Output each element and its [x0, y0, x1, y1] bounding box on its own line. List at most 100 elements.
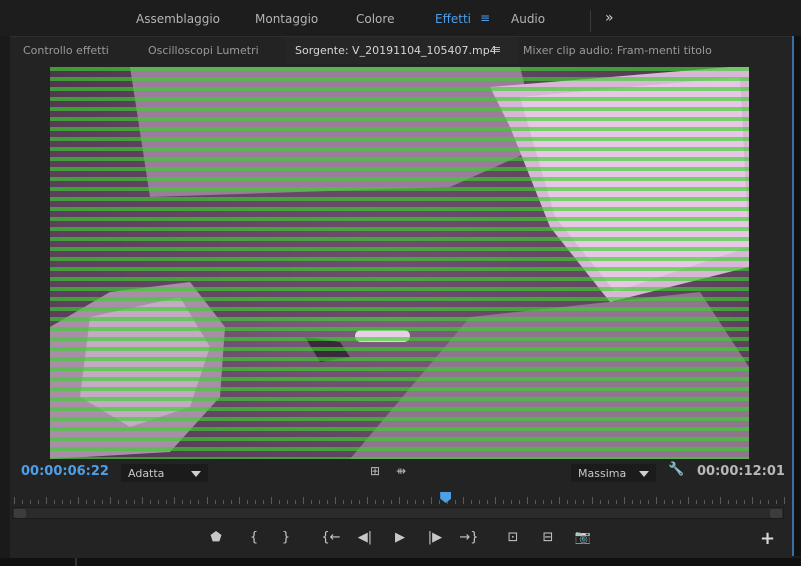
playback-resolution-dropdown[interactable]: Massima	[571, 464, 656, 482]
ruler-tick	[751, 497, 753, 504]
ruler-tick	[70, 500, 72, 504]
drag-video-only-icon[interactable]: ⊞	[370, 464, 380, 478]
ruler-tick	[703, 500, 705, 504]
ruler-tick	[214, 500, 216, 504]
scrollbar-left-handle[interactable]	[14, 509, 26, 518]
ruler-tick	[246, 500, 248, 504]
tab-controllo-effetti[interactable]: Controllo effetti	[23, 44, 109, 57]
fit-dropdown[interactable]: Adatta	[121, 464, 208, 482]
insert-button[interactable]: ⊡	[502, 530, 524, 546]
ruler-tick	[334, 497, 336, 504]
chevron-double-right-icon[interactable]: »	[605, 10, 614, 26]
video-preview[interactable]	[50, 67, 749, 459]
ruler-tick	[190, 500, 192, 504]
scrollbar-right-handle[interactable]	[770, 509, 782, 518]
ruler-tick	[463, 497, 465, 504]
drag-audio-only-icon[interactable]: ⇻	[396, 464, 406, 478]
play-button[interactable]: ▶	[389, 530, 411, 546]
ruler-tick	[54, 500, 56, 504]
ruler-tick	[278, 500, 280, 504]
ruler-tick	[102, 500, 104, 504]
ruler-tick	[198, 500, 200, 504]
time-ruler[interactable]	[14, 490, 785, 504]
ruler-tick	[342, 500, 344, 504]
ruler-tick	[310, 500, 312, 504]
ruler-tick	[254, 500, 256, 504]
workspace-tab-colore[interactable]: Colore	[356, 12, 394, 26]
workspace-tab-assemblaggio[interactable]: Assemblaggio	[136, 12, 220, 26]
step-forward-button[interactable]: |▶	[424, 530, 446, 546]
ruler-tick	[118, 500, 120, 504]
hamburger-icon[interactable]: ≡	[480, 11, 490, 25]
left-panel-edge	[0, 36, 10, 566]
panel-tab-bar: Controllo effetti Oscilloscopi Lumetri S…	[10, 36, 801, 65]
ruler-tick	[14, 497, 15, 504]
ruler-tick	[599, 500, 601, 504]
add-marker-button[interactable]: ⬟	[205, 530, 227, 546]
ruler-tick	[222, 500, 224, 504]
ruler-tick	[158, 500, 160, 504]
ruler-tick	[238, 497, 240, 504]
right-panel-edge	[792, 36, 801, 556]
ruler-tick	[318, 500, 320, 504]
ruler-tick	[62, 500, 64, 504]
ruler-tick	[567, 500, 569, 504]
ruler-tick	[671, 500, 673, 504]
ruler-tick	[663, 500, 665, 504]
ruler-tick	[134, 500, 136, 504]
tab-mixer-clip-audio[interactable]: Mixer clip audio: Fram-menti titolo	[523, 44, 712, 57]
ruler-tick	[166, 500, 168, 504]
mark-out-button[interactable]: }	[275, 530, 297, 546]
go-to-out-button[interactable]: →}	[458, 530, 480, 546]
ruler-tick	[407, 500, 409, 504]
wrench-icon[interactable]: 🔧	[668, 462, 684, 477]
ruler-tick	[150, 500, 152, 504]
workspace-tab-montaggio[interactable]: Montaggio	[255, 12, 318, 26]
current-timecode[interactable]: 00:00:06:22	[21, 464, 109, 479]
ruler-tick	[423, 500, 425, 504]
tab-sorgente[interactable]: Sorgente: V_20191104_105407.mp4	[295, 44, 497, 57]
ruler-tick	[535, 500, 537, 504]
ruler-tick	[647, 500, 649, 504]
ruler-tick	[94, 500, 96, 504]
ruler-tick	[110, 497, 112, 504]
ruler-tick	[455, 500, 457, 504]
camera-icon[interactable]: 📷	[572, 530, 594, 546]
ruler-tick	[511, 500, 513, 504]
panel-menu-icon[interactable]: ≡	[492, 43, 501, 56]
ruler-tick	[431, 497, 433, 504]
overwrite-button[interactable]: ⊟	[537, 530, 559, 546]
ruler-tick	[615, 500, 617, 504]
ruler-tick	[326, 500, 328, 504]
ruler-tick	[38, 500, 40, 504]
go-to-in-button[interactable]: {←	[320, 530, 342, 546]
ruler-tick	[695, 500, 697, 504]
mark-in-button[interactable]: {	[243, 530, 265, 546]
fit-dropdown-value: Adatta	[128, 467, 165, 480]
step-back-button[interactable]: ◀|	[354, 530, 376, 546]
chevron-down-icon	[639, 471, 649, 477]
ruler-tick	[631, 500, 633, 504]
ruler-tick	[543, 500, 545, 504]
ruler-tick	[206, 497, 208, 504]
ruler-tick	[591, 497, 593, 504]
ruler-tick	[86, 500, 88, 504]
tab-oscilloscopi-lumetri[interactable]: Oscilloscopi Lumetri	[148, 44, 259, 57]
ruler-tick	[784, 497, 785, 504]
ruler-tick	[30, 500, 32, 504]
ruler-tick	[126, 500, 128, 504]
ruler-tick	[366, 497, 368, 504]
ruler-tick	[479, 500, 481, 504]
ruler-tick	[711, 500, 713, 504]
workspace-tab-audio[interactable]: Audio	[511, 12, 545, 26]
ruler-tick	[439, 500, 441, 504]
workspace-tab-effetti[interactable]: Effetti	[435, 12, 471, 26]
ruler-tick	[415, 500, 417, 504]
ruler-tick	[743, 500, 745, 504]
ruler-tick	[78, 497, 80, 504]
chevron-down-icon	[191, 471, 201, 477]
ruler-tick	[735, 500, 737, 504]
add-button[interactable]: +	[760, 528, 775, 549]
playback-resolution-value: Massima	[578, 467, 627, 480]
zoom-scrollbar[interactable]	[12, 507, 784, 519]
